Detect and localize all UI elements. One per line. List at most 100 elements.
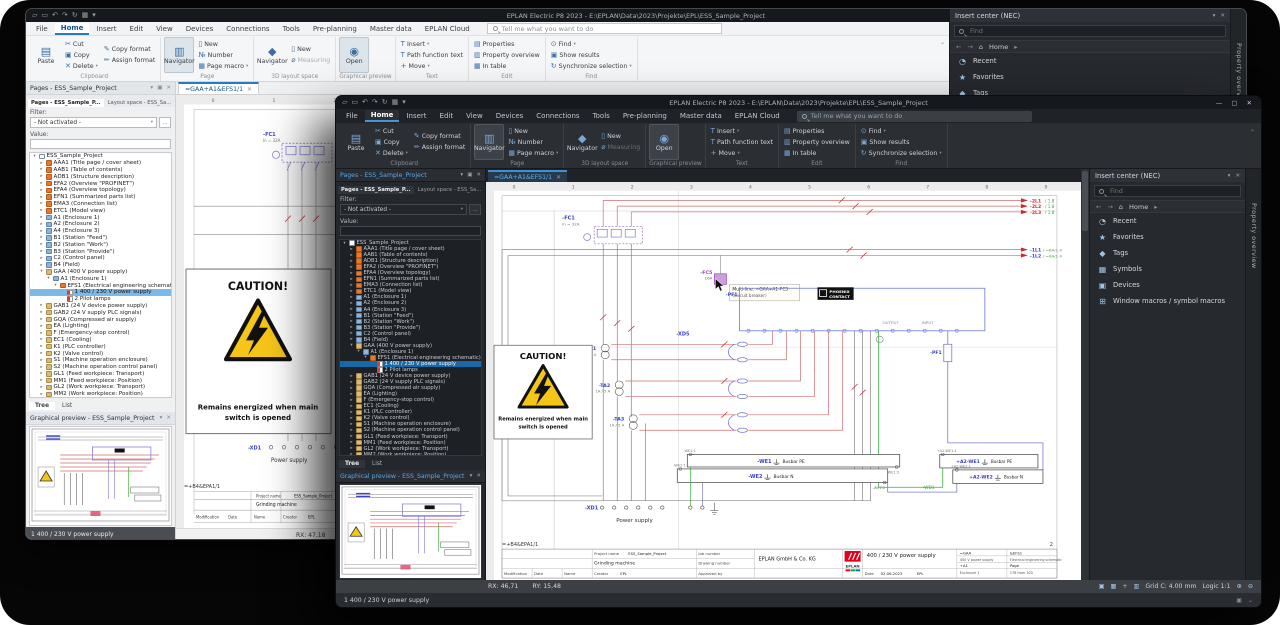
assign-format-button[interactable]: ✏Assign format [412,143,468,153]
tree-item-k2-valve-control[interactable]: ▸K2 (Valve control) [30,350,171,357]
synchronize-selection-button[interactable]: ↻Synchronize selection▾ [549,61,634,71]
tree-expander-icon[interactable]: ▾ [356,349,361,354]
ribbon-tab-tools[interactable]: Tools [587,111,616,121]
filter-combo[interactable]: - Not activated -▾ [30,117,157,128]
tree-item-ema3-connection-list[interactable]: ▸EMA3 (Connection list) [30,201,171,208]
show-results-button[interactable]: ▣Show results [549,50,634,60]
close-icon[interactable]: ✕ [476,473,481,479]
eplan-window-front[interactable]: ▱▭↶↷↻▦▾ EPLAN Electric P8 2023 - E:\EPLA… [335,95,1262,608]
copy-button[interactable]: ▣Copy [373,137,410,147]
grid-icon[interactable]: ▦ [392,96,399,109]
path-function-text-button[interactable]: TPath function text [399,50,465,60]
tree-item-a2-enclosure-2[interactable]: ▸A2 (Enclosure 2) [30,221,171,228]
close-icon[interactable]: ✕ [247,86,252,93]
back-arrow-icon[interactable]: ← [1096,203,1101,211]
tree-item-efn1-summarized-parts-list[interactable]: ▸EFN1 (Summarized parts list) [30,194,171,201]
tree-item-b1-station-feed[interactable]: ▸B1 (Station "Feed") [30,235,171,242]
tree-item-aab1-table-of-contents[interactable]: ▸AAB1 (Table of contents) [30,167,171,174]
tree-expander-icon[interactable]: ▸ [39,242,44,247]
tree-expander-icon[interactable]: ▾ [363,355,368,360]
panel-icon[interactable]: ▣ [1236,597,1242,604]
new-button[interactable]: ▯New [599,132,642,142]
find-button[interactable]: ⊙Find▾ [859,126,944,136]
path-function-text-button[interactable]: TPath function text [709,137,775,147]
tree-item-efs1-electrical-engineering-sc[interactable]: ▾EFS1 (Electrical engineering schematic) [30,282,171,289]
ribbon-tab-insert[interactable]: Insert [90,24,122,34]
close-icon[interactable]: ✕ [1220,13,1225,19]
undo-icon[interactable]: ↶ [362,96,368,109]
number-button[interactable]: №Number [506,137,560,147]
ribbon-tab-view[interactable]: View [150,24,179,34]
properties-button[interactable]: ▤Properties [782,126,852,136]
tree-expander-icon[interactable]: ▸ [349,295,354,300]
tree-item-adb1-structure-description[interactable]: ▸ADB1 (Structure description) [30,173,171,180]
tree-expander-icon[interactable]: ▸ [39,317,44,322]
tree-expander-icon[interactable]: ▸ [39,188,44,193]
tree-expander-icon[interactable]: ▸ [349,452,354,456]
delete-button[interactable]: ✕Delete▾ [63,61,100,71]
page-macro-button[interactable]: ▦Page macro▾ [506,148,560,158]
tree-expander-icon[interactable]: ▸ [349,253,354,258]
ribbon-tab-master-data[interactable]: Master data [674,111,728,121]
move-button[interactable]: +Move▾ [709,148,775,158]
tree-expander-icon[interactable]: ▸ [349,392,354,397]
tree-expander-icon[interactable]: ▾ [349,343,354,348]
grid-icon[interactable]: ▦ [82,9,89,22]
tree-expander-icon[interactable]: ▸ [39,181,44,186]
forward-arrow-icon[interactable]: → [1107,203,1112,211]
tree-expander-icon[interactable]: ▾ [32,154,37,159]
tree-item-s2-machine-operation-control-p[interactable]: ▸S2 (Machine operation control panel) [30,364,171,371]
cut-button[interactable]: ✂Cut [63,39,100,49]
tree-item-a1-enclosure-1[interactable]: ▸A1 (Enclosure 1) [30,214,171,221]
tree-expander-icon[interactable]: ▸ [39,344,44,349]
tree-item-gl1-feed-workpiece-transport[interactable]: ▸GL1 (Feed workpiece: Transport) [30,371,171,378]
tree-expander-icon[interactable]: ▸ [39,392,44,397]
ribbon-search[interactable]: Tell me what you want to do [487,23,722,34]
caution-note[interactable]: CAUTION! Remains energized when main swi… [186,269,331,434]
tree-tab[interactable]: Tree [29,402,55,410]
tree-item-efa2-overview-profinet[interactable]: ▸EFA2 (Overview "PROFINET") [30,180,171,187]
panel-tab-1[interactable]: Layout space - ESS_Sa... [105,99,175,107]
ribbon-tab-edit[interactable]: Edit [124,24,150,34]
tree-expander-icon[interactable]: ▸ [39,365,44,370]
tree-expander-icon[interactable]: ▾ [342,241,347,246]
navigator-button[interactable]: ◆Navigator [257,37,287,73]
tree-expander-icon[interactable]: ▸ [349,440,354,445]
close-icon[interactable]: ✕ [556,174,561,181]
tree-expander-icon[interactable]: ▸ [39,351,44,356]
tree-item-gqa-compressed-air-supply[interactable]: ▸GQA (Compressed air supply) [30,316,171,323]
preview-panel-header[interactable]: Graphical preview - ESS_Sample_Project▾✕ [336,470,485,483]
filter-combo[interactable]: - Not activated -▾ [340,204,467,215]
tree-expander-icon[interactable]: ▸ [349,325,354,330]
undo-icon[interactable]: ↶ [52,9,58,22]
insert-center-item-window-macros-symbol-macros[interactable]: ⊞Window macros / symbol macros [1090,293,1245,309]
tree-item-gab1-24-v-device-power-supply[interactable]: ▸GAB1 (24 V device power supply) [30,303,171,310]
open-icon[interactable]: ▭ [41,9,48,22]
crosshair-icon[interactable]: + [1122,583,1127,590]
pin-icon[interactable]: ▣ [467,172,472,178]
find-input[interactable] [968,27,1221,36]
caution-note[interactable]: CAUTION! Remains energized when main swi… [494,345,592,439]
tree-expander-icon[interactable]: ▸ [349,277,354,282]
tree-expander-icon[interactable]: ▸ [349,404,354,409]
chevron-down-icon[interactable]: ▾ [402,96,406,109]
tree-item-a1-enclosure-1[interactable]: ▾A1 (Enclosure 1) [30,275,171,282]
tree-expander-icon[interactable]: ▾ [46,276,51,281]
tree-expander-icon[interactable]: ▸ [39,263,44,268]
quick-access-toolbar[interactable]: ▱▭↶↷↻▦▾ [26,9,102,22]
canvas-scrollbar[interactable] [1081,169,1089,580]
grid-toggle-icon[interactable]: ▦ [1110,583,1116,590]
titlebar-front[interactable]: ▱▭↶↷↻▦▾ EPLAN Electric P8 2023 - E:\EPLA… [336,96,1261,109]
move-button[interactable]: +Move▾ [399,61,465,71]
ribbon-tab-eplan-cloud[interactable]: EPLAN Cloud [729,111,786,121]
tree-item-aaa1-title-page-cover-sheet[interactable]: ▸AAA1 (Title page / cover sheet) [30,160,171,167]
ribbon-tab-master-data[interactable]: Master data [364,24,418,34]
properties-button[interactable]: ▤Properties [472,39,542,49]
tree-expander-icon[interactable]: ▸ [39,385,44,390]
tree-item-mm2-work-workpiece-position[interactable]: ▸MM2 (Work workpiece: Position) [30,391,171,398]
tree-expander-icon[interactable]: ▸ [39,331,44,336]
tree-expander-icon[interactable]: ▸ [39,167,44,172]
tree-expander-icon[interactable]: ▸ [349,301,354,306]
tree-expander-icon[interactable]: ▸ [39,324,44,329]
tree-expander-icon[interactable]: ▸ [349,434,354,439]
